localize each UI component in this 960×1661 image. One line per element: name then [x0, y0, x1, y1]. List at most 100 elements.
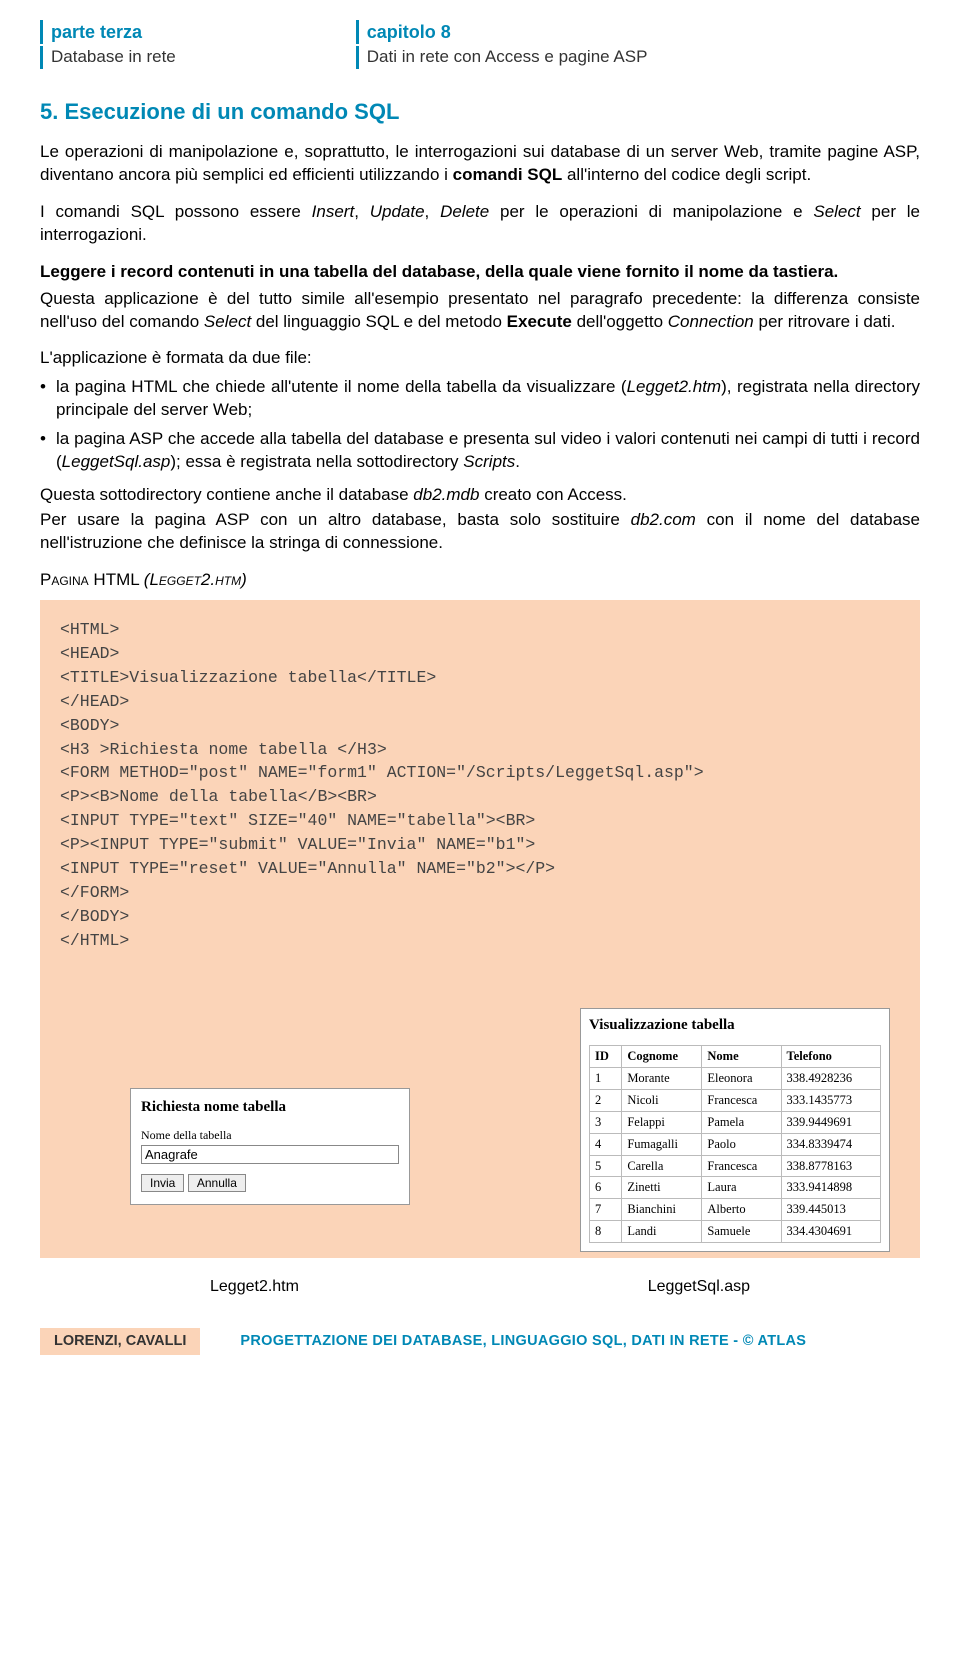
italic-text: Insert: [312, 202, 355, 221]
table-row: 5CarellaFrancesca338.8778163: [590, 1155, 881, 1177]
page-header: parte terza Database in rete capitolo 8 …: [40, 20, 920, 69]
italic-text: (Legget2.htm): [144, 570, 247, 589]
italic-text: Legget2.htm: [627, 377, 722, 396]
table-cell: 3: [590, 1111, 622, 1133]
pagina-label: Pagina HTML (Legget2.htm): [40, 569, 920, 592]
table-cell: 4: [590, 1133, 622, 1155]
italic-text: db2.mdb: [413, 485, 479, 504]
paragraph-1: Le operazioni di manipolazione e, soprat…: [40, 141, 920, 187]
list-item: la pagina ASP che accede alla tabella de…: [40, 428, 920, 474]
paragraph-5: Questa sottodirectory contiene anche il …: [40, 484, 920, 507]
table-cell: 334.8339474: [781, 1133, 880, 1155]
table-cell: Felappi: [622, 1111, 702, 1133]
table-cell: Eleonora: [702, 1068, 781, 1090]
chapter-subtitle: Dati in rete con Access e pagine ASP: [356, 46, 648, 69]
caption-left: Legget2.htm: [210, 1276, 299, 1298]
table-cell: 339.9449691: [781, 1111, 880, 1133]
text: la pagina HTML che chiede all'utente il …: [56, 377, 627, 396]
paragraph-3: Questa applicazione è del tutto simile a…: [40, 288, 920, 334]
part-subtitle: Database in rete: [40, 46, 176, 69]
table-row: 4FumagalliPaolo334.8339474: [590, 1133, 881, 1155]
table-cell: Laura: [702, 1177, 781, 1199]
text: ,: [425, 202, 441, 221]
section-title: 5. Esecuzione di un comando SQL: [40, 97, 920, 127]
table-cell: Samuele: [702, 1221, 781, 1243]
text: .: [515, 452, 520, 471]
text: dell'oggetto: [572, 312, 668, 331]
page-footer: LORENZI, CAVALLI PROGETTAZIONE DEI DATAB…: [40, 1328, 920, 1356]
text: per le operazioni di manipolazione e: [489, 202, 813, 221]
screenshots-row: Richiesta nome tabella Nome della tabell…: [40, 1008, 920, 1252]
form-title: Richiesta nome tabella: [141, 1097, 399, 1117]
list-item: la pagina HTML che chiede all'utente il …: [40, 376, 920, 422]
part-label: parte terza: [40, 20, 176, 44]
italic-text: Select: [204, 312, 251, 331]
text: Per usare la pagina ASP con un altro dat…: [40, 510, 631, 529]
table-cell: Francesca: [702, 1155, 781, 1177]
captions-row: Legget2.htm LeggetSql.asp: [40, 1276, 920, 1298]
table-name-input[interactable]: [141, 1145, 399, 1164]
table-cell: Carella: [622, 1155, 702, 1177]
text: ); essa è registrata nella sottodirector…: [170, 452, 463, 471]
sub-heading: Leggere i record contenuti in una tabell…: [40, 261, 920, 284]
bullet-list: la pagina HTML che chiede all'utente il …: [40, 376, 920, 474]
text: Questa sottodirectory contiene anche il …: [40, 485, 413, 504]
table-cell: Fumagalli: [622, 1133, 702, 1155]
paragraph-2: I comandi SQL possono essere Insert, Upd…: [40, 201, 920, 247]
table-cell: 2: [590, 1089, 622, 1111]
table-header-cell: Cognome: [622, 1046, 702, 1068]
table-header-cell: ID: [590, 1046, 622, 1068]
submit-button[interactable]: Invia: [141, 1174, 184, 1192]
table-row: 6ZinettiLaura333.9414898: [590, 1177, 881, 1199]
table-cell: 333.1435773: [781, 1089, 880, 1111]
table-cell: Zinetti: [622, 1177, 702, 1199]
table-row: 3FelappiPamela339.9449691: [590, 1111, 881, 1133]
form-field-label: Nome della tabella: [141, 1127, 399, 1143]
page-container: parte terza Database in rete capitolo 8 …: [0, 0, 960, 1375]
caption-right: LeggetSql.asp: [648, 1276, 750, 1298]
paragraph-6: Per usare la pagina ASP con un altro dat…: [40, 509, 920, 555]
form-screenshot: Richiesta nome tabella Nome della tabell…: [130, 1088, 410, 1205]
table-cell: 8: [590, 1221, 622, 1243]
bold-text: Execute: [507, 312, 572, 331]
italic-text: Select: [813, 202, 860, 221]
table-row: 8LandiSamuele334.4304691: [590, 1221, 881, 1243]
table-row: 2NicoliFrancesca333.1435773: [590, 1089, 881, 1111]
table-cell: 7: [590, 1199, 622, 1221]
table-cell: 339.445013: [781, 1199, 880, 1221]
italic-text: Scripts: [463, 452, 515, 471]
text: HTML: [89, 570, 144, 589]
paragraph-4: L'applicazione è formata da due file:: [40, 347, 920, 370]
italic-text: Connection: [668, 312, 754, 331]
chapter-label: capitolo 8: [356, 20, 648, 44]
table-cell: Alberto: [702, 1199, 781, 1221]
text: Pagina: [40, 570, 89, 589]
table-cell: 334.4304691: [781, 1221, 880, 1243]
result-table: IDCognomeNomeTelefono 1MoranteEleonora33…: [589, 1045, 881, 1243]
table-cell: Francesca: [702, 1089, 781, 1111]
bold-text: comandi SQL: [453, 165, 563, 184]
table-body: 1MoranteEleonora338.49282362NicoliFrance…: [590, 1068, 881, 1243]
table-cell: 338.8778163: [781, 1155, 880, 1177]
text: creato con Access.: [479, 485, 626, 504]
text: ,: [354, 202, 370, 221]
table-header-row: IDCognomeNomeTelefono: [590, 1046, 881, 1068]
table-cell: 1: [590, 1068, 622, 1090]
footer-title: PROGETTAZIONE DEI DATABASE, LINGUAGGIO S…: [240, 1332, 806, 1352]
table-title: Visualizzazione tabella: [589, 1015, 881, 1035]
text: del linguaggio SQL e del metodo: [251, 312, 507, 331]
table-cell: 333.9414898: [781, 1177, 880, 1199]
reset-button[interactable]: Annulla: [188, 1174, 246, 1192]
table-cell: Bianchini: [622, 1199, 702, 1221]
table-cell: Nicoli: [622, 1089, 702, 1111]
table-cell: 6: [590, 1177, 622, 1199]
table-cell: Morante: [622, 1068, 702, 1090]
text: I comandi SQL possono essere: [40, 202, 312, 221]
table-header-cell: Telefono: [781, 1046, 880, 1068]
footer-author: LORENZI, CAVALLI: [40, 1328, 200, 1356]
header-part-block: parte terza Database in rete: [40, 20, 176, 69]
header-chapter-block: capitolo 8 Dati in rete con Access e pag…: [356, 20, 648, 69]
table-screenshot: Visualizzazione tabella IDCognomeNomeTel…: [580, 1008, 890, 1252]
text: per ritrovare i dati.: [754, 312, 896, 331]
table-cell: Paolo: [702, 1133, 781, 1155]
